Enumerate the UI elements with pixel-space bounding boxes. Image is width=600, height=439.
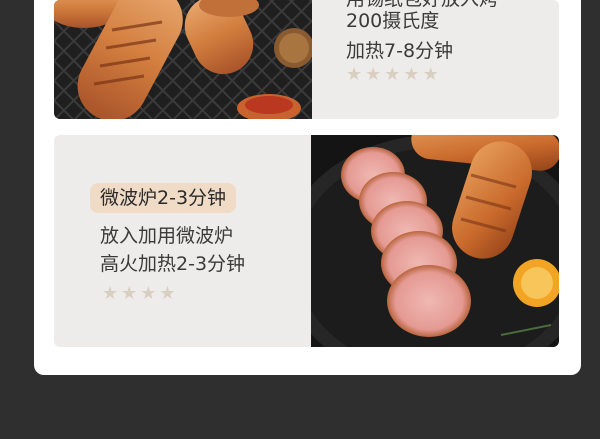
- instruction-line-1: 放入加用微波炉: [100, 225, 234, 247]
- microwave-method-text: 微波炉2-3分钟 放入加用微波炉 高火加热2-3分钟 ★ ★ ★ ★: [90, 135, 310, 347]
- star-icon: ★: [384, 64, 401, 85]
- star-icon: ★: [140, 283, 157, 304]
- rating-stars: ★ ★ ★ ★: [102, 285, 176, 303]
- grilled-sausages-photo: [54, 0, 312, 119]
- instruction-line-2: 高火加热2-3分钟: [100, 253, 246, 275]
- star-icon: ★: [422, 64, 439, 85]
- star-icon: ★: [102, 283, 119, 304]
- star-icon: ★: [403, 64, 420, 85]
- sliced-sausage-pan-photo: [311, 135, 559, 347]
- star-icon: ★: [159, 283, 176, 304]
- grill-method-panel: 用锡纸包好放入烤 200摄氏度 加热7-8分钟 ★ ★ ★ ★ ★: [54, 0, 559, 119]
- star-icon: ★: [346, 64, 363, 85]
- microwave-method-panel: 微波炉2-3分钟 放入加用微波炉 高火加热2-3分钟 ★ ★ ★ ★: [54, 135, 559, 347]
- star-icon: ★: [121, 283, 138, 304]
- method-badge: 微波炉2-3分钟: [90, 183, 237, 213]
- instruction-line-1: 200摄氏度: [346, 10, 440, 32]
- content-card: 用锡纸包好放入烤 200摄氏度 加热7-8分钟 ★ ★ ★ ★ ★ 微波炉2-3…: [34, 0, 581, 375]
- grill-method-text: 用锡纸包好放入烤 200摄氏度 加热7-8分钟 ★ ★ ★ ★ ★: [346, 0, 556, 119]
- rating-stars: ★ ★ ★ ★ ★: [346, 66, 439, 84]
- instruction-line-2: 加热7-8分钟: [346, 40, 454, 62]
- star-icon: ★: [365, 64, 382, 85]
